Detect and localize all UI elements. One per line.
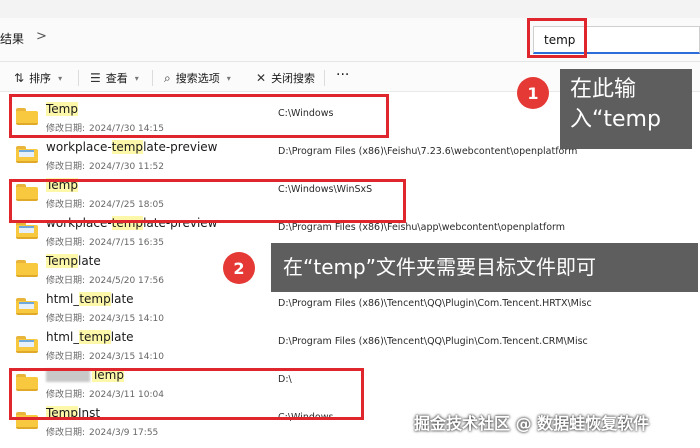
chevron-down-icon: ▾ — [226, 73, 231, 83]
close-icon: ✕ — [256, 71, 267, 85]
annotation-box — [527, 18, 587, 58]
search-options-button[interactable]: ⌕ 搜索选项 ▾ — [164, 70, 231, 86]
divider — [152, 70, 153, 86]
view-label: 查看 — [105, 72, 128, 85]
item-name: Template — [46, 254, 101, 268]
divider — [324, 70, 325, 86]
search-highlight: temp — [111, 140, 144, 154]
item-path: D:\Program Files (x86)\Tencent\QQ\Plugin… — [278, 298, 592, 309]
sort-icon: ⇅ — [14, 71, 25, 85]
item-name: html_template — [46, 292, 134, 306]
item-path: D:\Program Files (x86)\Feishu\7.23.6\web… — [278, 146, 578, 157]
view-button[interactable]: ☰ 查看 ▾ — [90, 70, 139, 86]
more-options-button[interactable]: ··· — [336, 67, 349, 83]
breadcrumb[interactable]: 结果 — [0, 30, 24, 47]
modified-date: 修改日期: 2024/3/15 14:10 — [46, 352, 164, 362]
callout-step-1: 在此输入“temp — [560, 69, 692, 149]
sort-label: 排序 — [29, 72, 52, 85]
search-highlight: temp — [79, 292, 111, 306]
callout-step-2: 在“temp”文件夹需要目标文件即可 — [271, 243, 698, 292]
search-highlight: Temp — [46, 254, 78, 268]
step-badge-1: 1 — [517, 77, 549, 109]
modified-date: 修改日期: 2024/5/20 17:56 — [46, 276, 164, 286]
modified-date: 修改日期: 2024/7/15 16:35 — [46, 238, 164, 248]
search-options-icon: ⌕ — [164, 70, 171, 85]
sort-button[interactable]: ⇅ 排序 ▾ — [14, 70, 62, 86]
chevron-right-icon[interactable]: > — [36, 29, 47, 44]
item-name: html_template — [46, 330, 134, 344]
chevron-down-icon: ▾ — [58, 73, 63, 83]
document-folder-icon — [16, 222, 38, 239]
chevron-down-icon: ▾ — [134, 73, 139, 83]
document-folder-icon — [16, 298, 38, 315]
annotation-box — [9, 179, 406, 223]
title-strip — [0, 0, 700, 18]
item-path: D:\Program Files (x86)\Feishu\app\webcon… — [278, 222, 566, 233]
folder-icon — [16, 260, 38, 277]
search-options-label: 搜索选项 — [175, 72, 220, 85]
modified-date: 修改日期: 2024/3/15 14:10 — [46, 314, 164, 324]
step-badge-2: 2 — [223, 252, 255, 284]
more-icon: ··· — [336, 67, 350, 83]
search-highlight: temp — [79, 330, 111, 344]
annotation-box — [9, 368, 364, 420]
close-search-button[interactable]: ✕ 关闭搜索 — [256, 70, 315, 86]
close-search-label: 关闭搜索 — [271, 72, 316, 85]
item-name: workplace-template-preview — [46, 140, 218, 154]
document-folder-icon — [16, 146, 38, 163]
divider — [78, 70, 79, 86]
view-list-icon: ☰ — [90, 71, 101, 85]
modified-date: 修改日期: 2024/7/30 11:52 — [46, 162, 164, 172]
modified-date: 修改日期: 2024/3/9 17:55 — [46, 428, 159, 438]
annotation-box — [9, 94, 389, 138]
watermark: 掘金技术社区 @ 数据蛙恢复软件 — [414, 414, 650, 433]
document-folder-icon — [16, 336, 38, 353]
list-item[interactable]: html_template 修改日期: 2024/3/15 14:10 D:\Prog… — [0, 324, 700, 362]
item-path: D:\Program Files (x86)\Tencent\QQ\Plugin… — [278, 336, 588, 347]
